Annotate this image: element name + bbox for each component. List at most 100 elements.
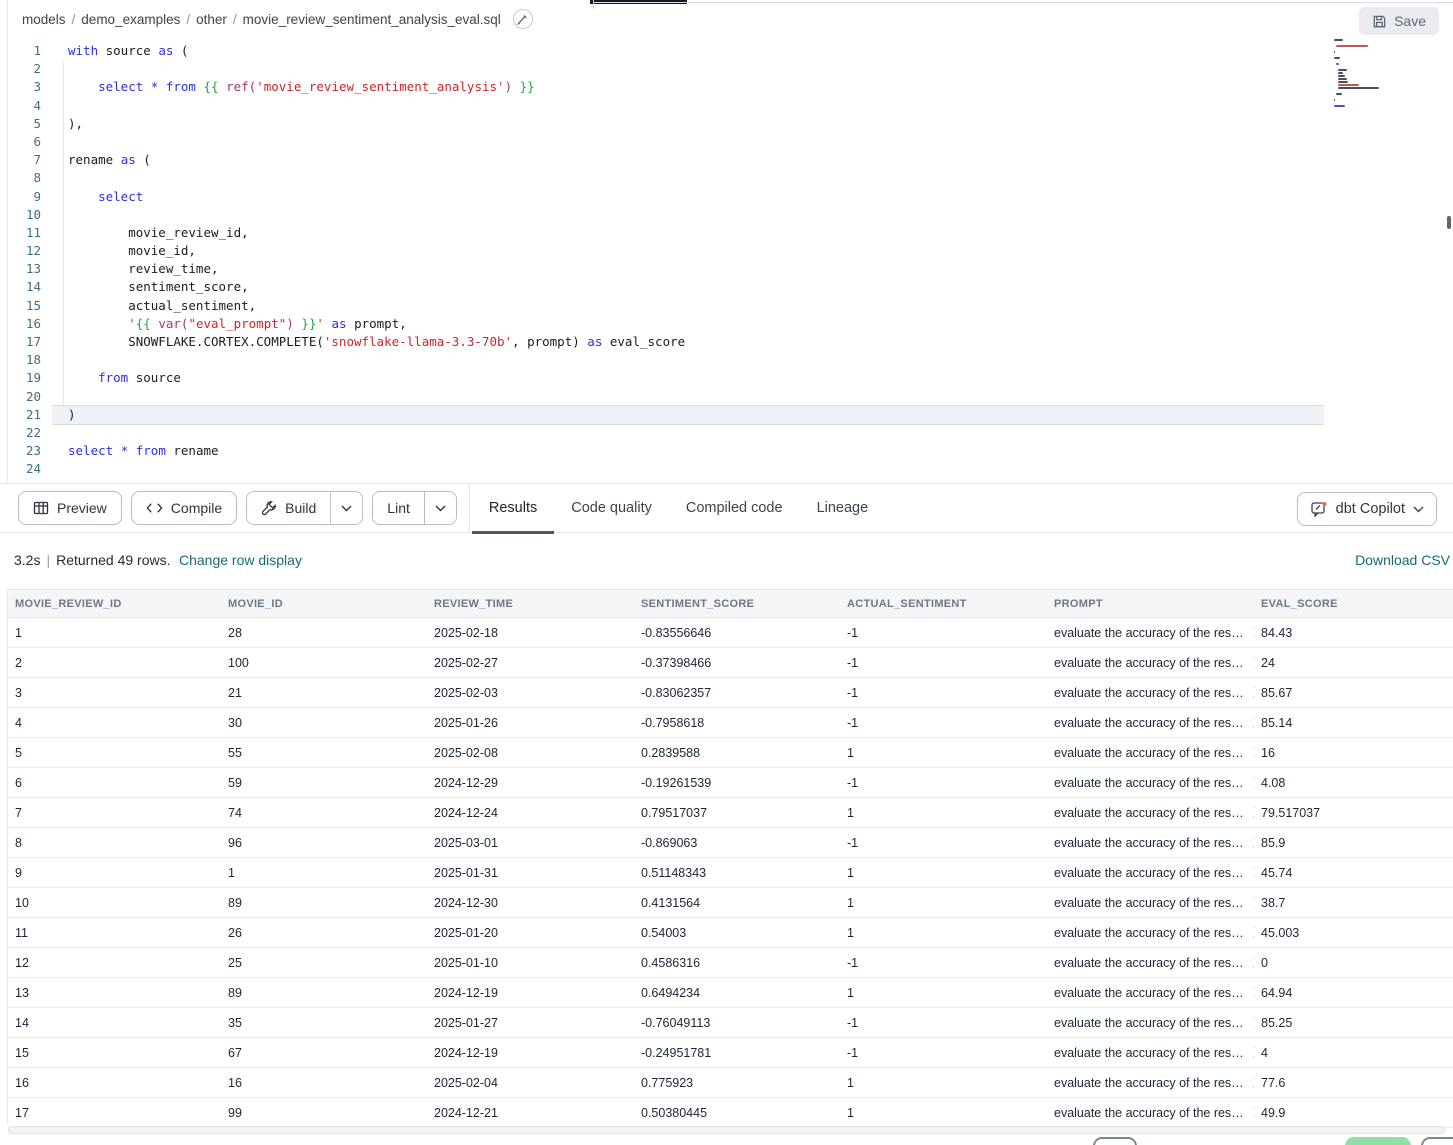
minimap-line [1338,78,1347,80]
prompt-cell: evaluate the accuracy of the res…❯ [1047,866,1254,880]
table-cell: 64.94 [1254,986,1453,1000]
editor-line[interactable]: 6 [8,133,1453,151]
prompt-text: evaluate the accuracy of the res… [1054,686,1244,700]
table-cell: 26 [221,926,427,940]
editor-line[interactable]: 20 [8,388,1453,406]
editor-line[interactable]: 12 movie_id, [8,242,1453,260]
editor-line[interactable]: 15 actual_sentiment, [8,297,1453,315]
table-cell: 2025-02-08 [427,746,634,760]
row-count: Returned 49 rows. [56,552,170,568]
table-cell: 77.6 [1254,1076,1453,1090]
prompt-cell: evaluate the accuracy of the res…❯ [1047,926,1254,940]
code-icon [146,501,163,515]
table-cell: -1 [840,686,1047,700]
table-cell: -0.7958618 [634,716,840,730]
prompt-cell: evaluate the accuracy of the res…❯ [1047,1106,1254,1120]
build-dropdown-button[interactable] [330,492,362,524]
editor-line[interactable]: 4 [8,97,1453,115]
editor-line[interactable]: 5), [8,115,1453,133]
table-cell: 2024-12-19 [427,986,634,1000]
editor-line[interactable]: 10 [8,206,1453,224]
column-header[interactable]: MOVIE_REVIEW_ID [8,598,221,610]
tab-lineage[interactable]: Lineage [800,483,886,533]
editor-line[interactable]: 8 [8,169,1453,187]
prompt-text: evaluate the accuracy of the res… [1054,1046,1244,1060]
editor-lines: 1with source as (23 select * from {{ ref… [8,42,1453,483]
tab-compiled-code[interactable]: Compiled code [669,483,800,533]
prompt-text: evaluate the accuracy of the res… [1054,1106,1244,1120]
column-header[interactable]: EVAL_SCORE [1254,598,1453,610]
code-text: movie_id, [48,242,196,260]
save-icon [1372,14,1387,29]
dbt-copilot-button[interactable]: dbt Copilot [1297,492,1437,526]
download-csv-link[interactable]: Download CSV [1355,552,1450,568]
column-header[interactable]: PROMPT [1047,598,1254,610]
editor-line[interactable]: 16 '{{ var("eval_prompt") }}' as prompt, [8,315,1453,333]
editor-line[interactable]: 24 [8,460,1453,478]
table-cell: 16 [1254,746,1453,760]
lint-button[interactable]: Lint [373,492,424,524]
editor-scrollbar-thumb[interactable] [1447,216,1451,229]
breadcrumb-separator: / [72,12,76,27]
breadcrumb[interactable]: models/demo_examples/other/movie_review_… [22,9,533,29]
minimap-line [1334,99,1335,101]
table-cell: -0.37398466 [634,656,840,670]
column-header[interactable]: SENTIMENT_SCORE [634,598,840,610]
editor-line[interactable]: 18 [8,351,1453,369]
table-cell: 79.517037 [1254,806,1453,820]
editor-line[interactable]: 3 select * from {{ ref('movie_review_sen… [8,78,1453,96]
prompt-text: evaluate the accuracy of the res… [1054,866,1244,880]
tab-results[interactable]: Results [472,483,554,533]
editor-line[interactable]: 14 sentiment_score, [8,278,1453,296]
lint-dropdown-button[interactable] [424,492,456,524]
table-cell: 85.9 [1254,836,1453,850]
compile-button[interactable]: Compile [131,491,237,525]
editor-active-line[interactable]: 21) [8,406,1453,424]
bottom-partial-button[interactable] [1093,1137,1137,1145]
column-header[interactable]: MOVIE_ID [221,598,427,610]
editor-line[interactable]: 17 SNOWFLAKE.CORTEX.COMPLETE('snowflake-… [8,333,1453,351]
prompt-text: evaluate the accuracy of the res… [1054,746,1244,760]
preview-button[interactable]: Preview [18,491,122,525]
editor-line[interactable]: 19 from source [8,369,1453,387]
editor-line[interactable]: 7rename as ( [8,151,1453,169]
editor-line[interactable]: 2 [8,60,1453,78]
table-row: 16162025-02-040.7759231evaluate the accu… [8,1068,1453,1098]
table-cell: 2025-01-10 [427,956,634,970]
prompt-cell: evaluate the accuracy of the res…❯ [1047,626,1254,640]
table-cell: -1 [840,836,1047,850]
bottom-partial-green-button[interactable] [1345,1137,1411,1145]
code-text: movie_review_id, [48,224,249,242]
save-button[interactable]: Save [1359,7,1439,35]
column-header[interactable]: ACTUAL_SENTIMENT [840,598,1047,610]
minimap-line [1334,39,1343,41]
breadcrumb-item[interactable]: demo_examples [81,12,180,27]
prompt-cell: evaluate the accuracy of the res…❯ [1047,746,1254,760]
tab-code-quality[interactable]: Code quality [554,483,669,533]
column-header[interactable]: REVIEW_TIME [427,598,634,610]
table-icon [33,500,49,516]
horizontal-scrollbar-track[interactable] [8,1126,1445,1134]
breadcrumb-item[interactable]: other [196,12,227,27]
dbt-ide-window: models/demo_examples/other/movie_review_… [0,0,1453,1145]
table-cell: 7 [8,806,221,820]
code-text: review_time, [48,260,219,278]
minimap[interactable] [1334,39,1446,97]
code-text: rename as ( [48,151,151,169]
editor-line[interactable]: 1with source as ( [8,42,1453,60]
code-editor[interactable]: 1with source as (23 select * from {{ ref… [8,36,1453,483]
editor-line[interactable]: 13 review_time, [8,260,1453,278]
build-button[interactable]: Build [247,492,330,524]
editor-line[interactable]: 23select * from rename [8,442,1453,460]
editor-line[interactable]: 22 [8,424,1453,442]
editor-line[interactable]: 11 movie_review_id, [8,224,1453,242]
table-cell: 8 [8,836,221,850]
change-row-display-link[interactable]: Change row display [179,552,302,568]
file-state-icon [513,9,533,29]
editor-line[interactable]: 9 select [8,188,1453,206]
status-separator: | [46,552,50,568]
bottom-partial-button[interactable] [1421,1137,1453,1145]
breadcrumb-item[interactable]: movie_review_sentiment_analysis_eval.sql [243,12,501,27]
chevron-down-icon [435,505,446,512]
breadcrumb-item[interactable]: models [22,12,66,27]
